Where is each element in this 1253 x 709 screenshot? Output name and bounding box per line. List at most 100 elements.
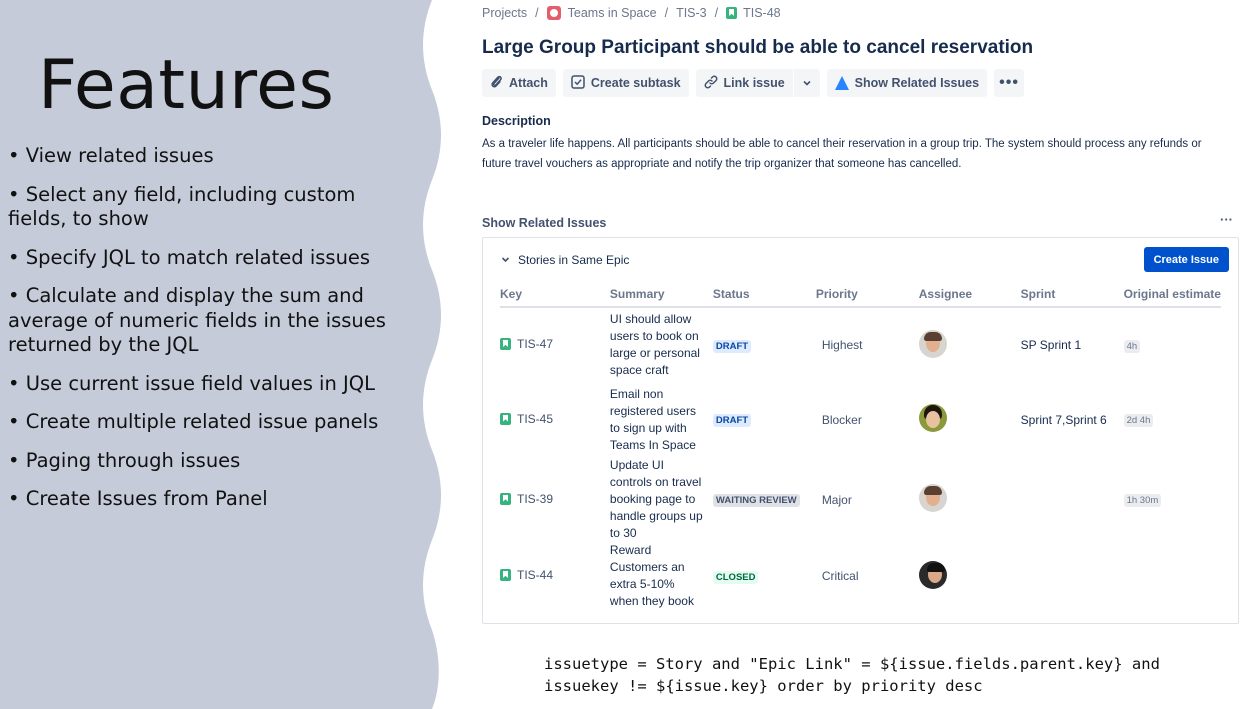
breadcrumb-issue-label: TIS-48 [743,6,781,20]
issue-key: TIS-47 [517,337,554,351]
slide-title: Features [38,46,335,125]
priority-value: Highest [821,338,863,352]
related-issues-table: Key Summary Status Priority Assignee Spr… [500,282,1221,610]
issue-key-link[interactable]: TIS-47 [500,337,553,351]
breadcrumb-separator: / [714,6,719,20]
avatar [918,329,947,358]
breadcrumb-project[interactable]: Teams in Space [546,6,657,20]
estimate-badge: 2d 4h [1123,414,1154,427]
estimate-badge: 1h 30m [1123,494,1162,507]
jira-issue-view: Projects / Teams in Space / TIS-3 / TIS-… [482,0,1242,709]
issue-title[interactable]: Large Group Participant should be able t… [482,37,1033,59]
table-row[interactable]: TIS-39 Update UI controls on travel book… [500,457,1221,542]
group-label: Stories in Same Epic [518,253,630,267]
story-icon [500,492,511,505]
column-header-priority[interactable]: Priority [815,282,919,308]
paperclip-icon [490,75,503,92]
column-header-key[interactable]: Key [500,282,610,308]
column-header-sprint[interactable]: Sprint [1020,282,1124,308]
attach-label: Attach [509,76,548,90]
link-issue-split-button: Link issue [695,69,820,97]
column-header-status[interactable]: Status [712,282,816,308]
story-icon [500,338,511,350]
issue-summary: Reward Customers an extra 5-10% when the… [609,543,694,608]
more-actions-button[interactable]: ••• [994,69,1025,97]
avatar [918,560,947,589]
slide-panel: Features • View related issues • Select … [0,0,445,709]
feature-item: • Paging through issues [8,448,241,472]
issue-key: TIS-44 [517,568,554,582]
table-row[interactable]: TIS-47 UI should allow users to book on … [500,307,1221,382]
project-avatar-icon [546,6,561,20]
panel-more-button[interactable]: ··· [1220,212,1233,227]
breadcrumb-project-label: Teams in Space [567,6,657,20]
link-issue-button[interactable]: Link issue [695,69,793,97]
jql-line: issuekey != ${issue.key} order by priori… [544,676,983,695]
breadcrumb-separator: / [535,6,539,20]
avatar [918,404,947,432]
column-header-summary[interactable]: Summary [609,282,713,308]
jql-line: issuetype = Story and "Epic Link" = ${is… [544,655,1160,673]
issue-summary: UI should allow users to book on large o… [609,312,700,377]
issue-toolbar: Attach Create subtask Link issue Show Re… [482,69,1031,97]
feature-item: • Use current issue field values in JQL [8,371,375,395]
story-icon [500,569,511,581]
table-row[interactable]: TIS-44 Reward Customers an extra 5-10% w… [500,542,1221,610]
breadcrumb-separator: / [664,6,669,20]
table-header-row: Key Summary Status Priority Assignee Spr… [500,282,1221,308]
issue-key: TIS-45 [517,411,554,426]
issue-key-link[interactable]: TIS-44 [500,568,553,582]
create-issue-button[interactable]: Create Issue [1143,247,1229,272]
description-label: Description [482,114,551,128]
priority-value: Critical [821,569,859,583]
breadcrumb-epic[interactable]: TIS-3 [676,6,707,20]
issue-key-link[interactable]: TIS-45 [500,412,553,426]
feature-item: • Create Issues from Panel [8,487,268,510]
estimate-badge: 4h [1123,339,1141,353]
feature-item: • View related issues [8,144,214,167]
story-icon [500,412,511,425]
issue-summary: Email non registered users to sign up wi… [609,386,696,452]
avatar [918,484,947,512]
subtask-icon [571,74,585,92]
link-icon [704,75,718,92]
feature-item: • Create multiple related issue panels [8,410,379,433]
create-subtask-button[interactable]: Create subtask [562,69,689,97]
feature-item: • Calculate and display the sum and aver… [8,284,386,356]
status-badge: WAITING REVIEW [712,494,800,507]
sprint-value: SP Sprint 1 [1020,338,1082,352]
feature-item: • Specify JQL to match related issues [8,245,371,269]
more-icon: ••• [999,74,1019,91]
issue-summary: Update UI controls on travel booking pag… [609,458,703,540]
atlassian-icon [834,76,849,90]
sprint-value: Sprint 7,Sprint 6 [1020,412,1107,427]
related-issues-panel: Stories in Same Epic Create Issue Key Su… [482,237,1239,624]
column-header-estimate[interactable]: Original estimate [1123,282,1221,308]
story-icon [726,7,738,19]
feature-list: • View related issues • Select any field… [8,144,416,526]
jql-snippet: issuetype = Story and "Epic Link" = ${is… [544,654,1160,697]
status-badge: DRAFT [712,339,752,353]
priority-value: Blocker [821,412,862,427]
feature-item: • Select any field, including custom fie… [8,182,356,231]
priority-value: Major [821,492,852,507]
attach-button[interactable]: Attach [482,69,556,97]
group-toggle[interactable]: Stories in Same Epic [501,253,629,267]
issue-key: TIS-39 [517,491,554,506]
chevron-down-icon [501,255,510,265]
show-related-label: Show Related Issues [854,76,980,90]
breadcrumb-issue[interactable]: TIS-48 [726,6,781,20]
description-text[interactable]: As a traveler life happens. All particip… [482,134,1227,174]
column-header-assignee[interactable]: Assignee [918,282,1021,308]
chevron-down-icon [802,76,812,90]
link-issue-dropdown[interactable] [793,69,820,97]
issue-key-link[interactable]: TIS-39 [500,492,553,506]
table-row[interactable]: TIS-45 Email non registered users to sig… [500,382,1221,457]
breadcrumb-projects[interactable]: Projects [482,6,527,20]
create-subtask-label: Create subtask [590,76,681,90]
show-related-issues-button[interactable]: Show Related Issues [826,69,988,97]
status-badge: DRAFT [712,414,752,427]
breadcrumb: Projects / Teams in Space / TIS-3 / TIS-… [482,6,781,20]
link-issue-label: Link issue [723,76,785,90]
status-badge: CLOSED [712,570,759,584]
